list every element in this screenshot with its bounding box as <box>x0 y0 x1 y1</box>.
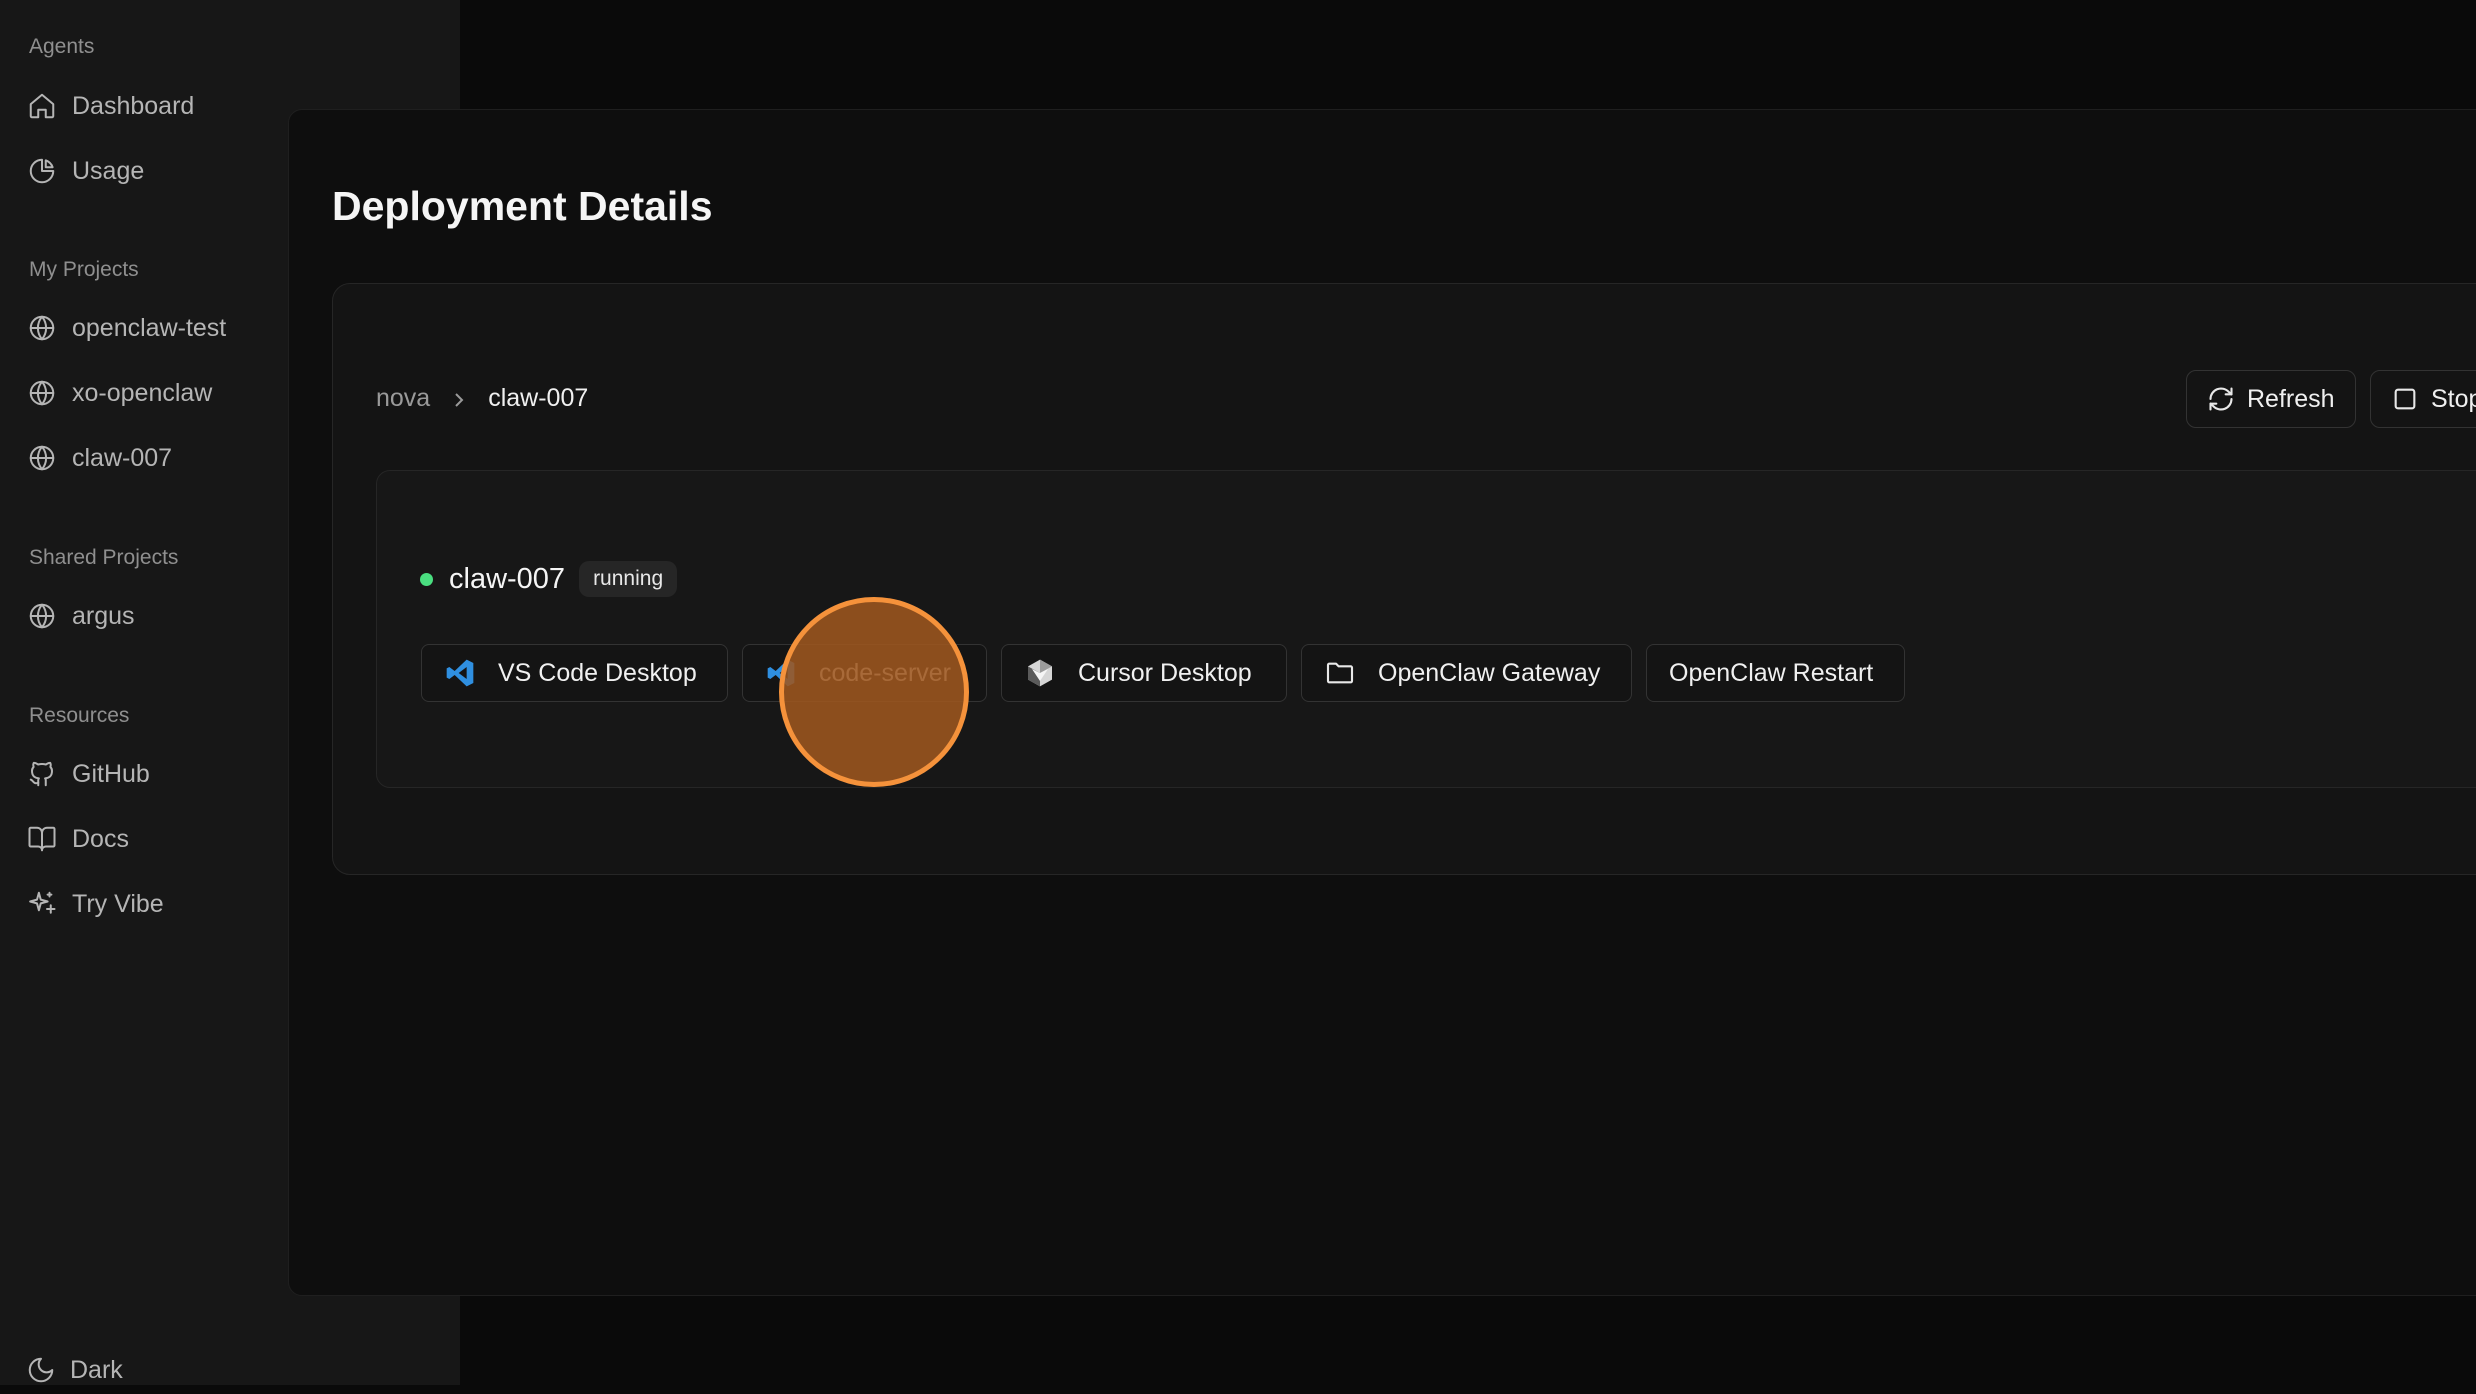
sidebar-item-label: openclaw-test <box>72 313 227 342</box>
vscode-desktop-label: VS Code Desktop <box>498 658 697 687</box>
globe-icon <box>26 377 58 409</box>
group-label-agents: Agents <box>29 35 95 58</box>
openclaw-restart-label: OpenClaw Restart <box>1669 658 1874 687</box>
home-icon <box>26 90 58 122</box>
sparkles-icon <box>26 888 58 920</box>
stop-button-label: Stop <box>2431 384 2476 413</box>
stop-icon <box>2394 388 2416 410</box>
globe-icon <box>26 442 58 474</box>
stop-button[interactable]: Stop <box>2370 370 2476 428</box>
openclaw-gateway-button[interactable]: OpenClaw Gateway <box>1301 644 1632 702</box>
sidebar-item-argus[interactable]: argus <box>26 592 135 640</box>
refresh-button[interactable]: Refresh <box>2186 370 2356 428</box>
code-server-button[interactable]: code-server <box>742 644 987 702</box>
theme-toggle[interactable]: Dark <box>26 1346 123 1394</box>
sidebar-item-label: Try Vibe <box>72 889 164 918</box>
sidebar-item-try-vibe[interactable]: Try Vibe <box>26 880 164 928</box>
sidebar-item-xo-openclaw[interactable]: xo-openclaw <box>26 369 212 417</box>
cursor-icon <box>1024 657 1056 689</box>
globe-icon <box>26 312 58 344</box>
vscode-icon <box>765 657 797 689</box>
sidebar-item-label: Usage <box>72 156 145 185</box>
group-label-my-projects: My Projects <box>29 258 139 281</box>
sidebar-item-label: argus <box>72 601 135 630</box>
breadcrumb-root[interactable]: nova <box>376 384 430 413</box>
deployment-name: claw-007 <box>449 562 566 595</box>
sidebar-item-label: xo-openclaw <box>72 378 213 407</box>
code-server-label: code-server <box>819 658 951 687</box>
sidebar-item-label: claw-007 <box>72 443 173 472</box>
deployment-status-row: claw-007 running <box>420 558 678 600</box>
cursor-desktop-label: Cursor Desktop <box>1078 658 1252 687</box>
sidebar-item-usage[interactable]: Usage <box>26 147 144 195</box>
globe-icon <box>26 600 58 632</box>
sidebar-item-docs[interactable]: Docs <box>26 815 129 863</box>
book-icon <box>26 823 58 855</box>
chevron-right-icon <box>452 388 466 408</box>
cursor-desktop-button[interactable]: Cursor Desktop <box>1001 644 1287 702</box>
folder-icon <box>1324 657 1356 689</box>
openclaw-gateway-label: OpenClaw Gateway <box>1378 658 1601 687</box>
sidebar-item-label: GitHub <box>72 759 150 788</box>
sidebar-item-openclaw-test[interactable]: openclaw-test <box>26 304 226 352</box>
moon-icon <box>28 1357 54 1383</box>
sidebar-item-github[interactable]: GitHub <box>26 750 150 798</box>
pie-chart-icon <box>26 155 58 187</box>
page-title: Deployment Details <box>332 183 713 229</box>
sidebar-item-dashboard[interactable]: Dashboard <box>26 82 194 130</box>
refresh-icon <box>2209 387 2233 411</box>
sidebar-item-label: Dashboard <box>72 91 195 120</box>
deployment-inner-card <box>376 470 2476 788</box>
vscode-desktop-button[interactable]: VS Code Desktop <box>421 644 728 702</box>
vscode-icon <box>444 657 476 689</box>
theme-toggle-label: Dark <box>70 1355 123 1384</box>
group-label-shared-projects: Shared Projects <box>29 546 179 569</box>
status-dot <box>420 572 433 586</box>
status-badge: running <box>579 561 678 597</box>
group-label-resources: Resources <box>29 704 130 727</box>
openclaw-restart-button[interactable]: OpenClaw Restart <box>1646 644 1905 702</box>
sidebar-item-claw-007[interactable]: claw-007 <box>26 434 172 482</box>
breadcrumb-current: claw-007 <box>488 383 589 412</box>
refresh-button-label: Refresh <box>2247 384 2335 413</box>
github-icon <box>26 758 58 790</box>
sidebar-item-label: Docs <box>72 824 129 853</box>
breadcrumb: nova claw-007 <box>376 378 588 418</box>
